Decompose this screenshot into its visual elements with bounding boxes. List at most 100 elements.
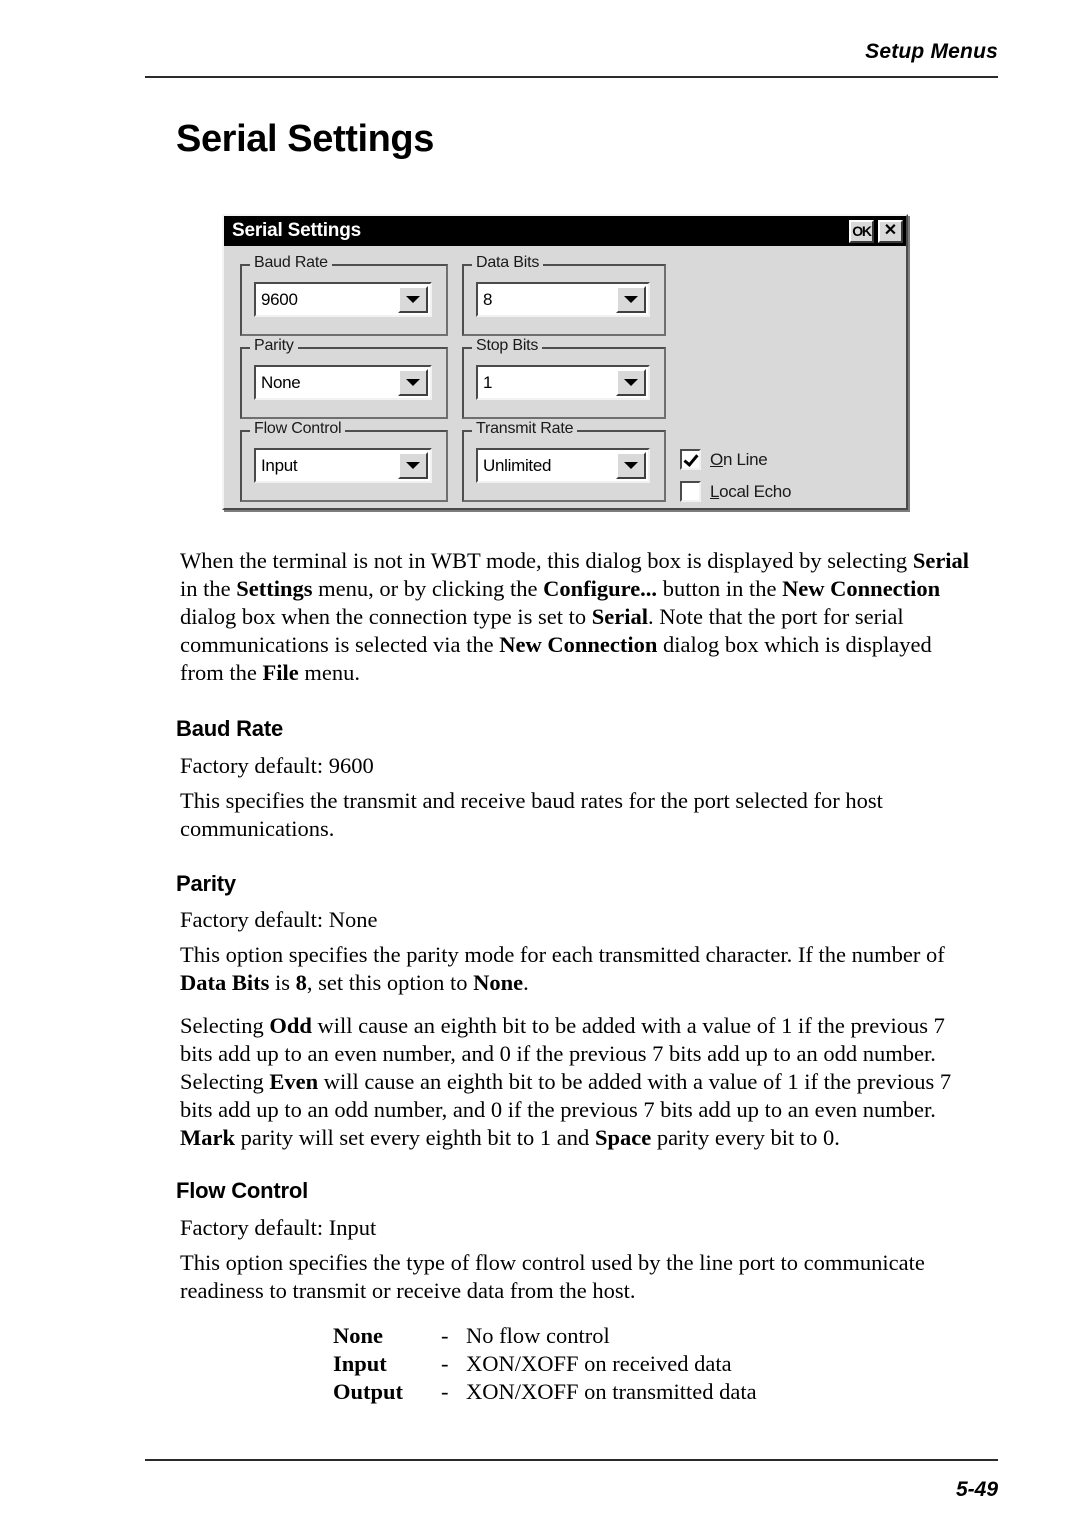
intro-text-3: menu, or by clicking the [312, 576, 544, 601]
intro-bold-new-connection-1: New Connection [782, 576, 941, 601]
parity-bold-odd: Odd [269, 1013, 312, 1038]
group-label-stop-bits: Stop Bits [472, 337, 543, 355]
intro-text-8: menu. [298, 660, 360, 685]
intro-text-1: When the terminal is not in WBT mode, th… [180, 548, 913, 573]
group-parity: Parity None [240, 337, 448, 419]
dialog-titlebar: Serial Settings OK ✕ [224, 216, 906, 246]
group-label-parity: Parity [250, 337, 298, 355]
page-title: Serial Settings [176, 118, 434, 160]
group-data-bits: Data Bits 8 [462, 254, 666, 336]
parity-bold-none: None [473, 970, 524, 995]
online-label-rest: n Line [722, 449, 768, 469]
page-number: 5-49 [955, 1478, 998, 1501]
option-term-output: Output [333, 1379, 404, 1404]
serial-settings-dialog: Serial Settings OK ✕ Baud Rate 9600 Data… [222, 214, 908, 510]
intro-bold-serial-2: Serial [591, 604, 649, 629]
baud-rate-value: 9600 [261, 289, 298, 309]
dialog-title: Serial Settings [232, 220, 361, 241]
parity-bold-data-bits: Data Bits [180, 970, 270, 995]
parity-detail-1: Selecting [180, 1013, 270, 1038]
online-checkbox[interactable] [680, 449, 701, 470]
local-echo-label-rest: ocal Echo [719, 481, 792, 501]
flow-control-default: Factory default: Input [180, 1215, 377, 1240]
parity-detail-4: parity will set every eighth bit to 1 an… [235, 1125, 595, 1150]
chevron-down-icon[interactable] [398, 369, 428, 396]
intro-paragraph: When the terminal is not in WBT mode, th… [180, 547, 970, 687]
stop-bits-combo[interactable]: 1 [476, 365, 650, 400]
option-term-input: Input [333, 1351, 387, 1376]
intro-bold-serial: Serial [912, 548, 970, 573]
option-dash: - [441, 1351, 449, 1376]
chevron-down-icon[interactable] [398, 452, 428, 479]
document-page: Setup Menus Serial Settings Serial Setti… [0, 0, 1080, 1529]
list-item: Input - XON/XOFF on received data [333, 1350, 757, 1378]
parity-desc-3: , set this option to [306, 970, 474, 995]
parity-description: This option specifies the parity mode fo… [180, 941, 980, 997]
stop-bits-value: 1 [483, 372, 493, 392]
parity-bold-even: Even [269, 1069, 319, 1094]
flow-control-options-list: None - No flow control Input - XON/XOFF … [333, 1322, 757, 1406]
baud-rate-combo[interactable]: 9600 [254, 282, 432, 317]
parity-detail: Selecting Odd will cause an eighth bit t… [180, 1012, 980, 1152]
local-echo-checkbox[interactable] [680, 481, 701, 502]
baud-rate-default: Factory default: 9600 [180, 753, 374, 778]
parity-default: Factory default: None [180, 907, 378, 932]
parity-bold-eight: 8 [295, 970, 307, 995]
parity-desc-1: This option specifies the parity mode fo… [180, 942, 945, 967]
heading-flow-control: Flow Control [176, 1178, 309, 1203]
intro-bold-file: File [262, 660, 299, 685]
footer-rule [145, 1459, 998, 1461]
parity-combo[interactable]: None [254, 365, 432, 400]
flow-control-value: Input [261, 455, 298, 475]
transmit-rate-combo[interactable]: Unlimited [476, 448, 650, 483]
data-bits-value: 8 [483, 289, 493, 309]
group-flow-control: Flow Control Input [240, 420, 448, 502]
list-item: None - No flow control [333, 1322, 757, 1350]
parity-detail-5: parity every bit to 0. [651, 1125, 840, 1150]
online-label: On Line [710, 449, 768, 470]
group-transmit-rate: Transmit Rate Unlimited [462, 420, 666, 502]
dialog-body: Baud Rate 9600 Data Bits 8 Parity None S… [224, 246, 906, 508]
local-echo-label: Local Echo [710, 482, 791, 502]
online-checkbox-row[interactable]: On Line [680, 449, 768, 470]
group-label-flow-control: Flow Control [250, 420, 346, 438]
group-baud-rate: Baud Rate 9600 [240, 254, 448, 336]
option-term-none: None [333, 1323, 383, 1348]
option-dash: - [441, 1379, 449, 1404]
close-icon[interactable]: ✕ [878, 219, 903, 243]
transmit-rate-value: Unlimited [483, 455, 552, 475]
parity-bold-mark: Mark [180, 1125, 235, 1150]
ok-button[interactable]: OK [849, 219, 874, 243]
local-echo-checkbox-row[interactable]: Local Echo [680, 481, 791, 502]
parity-desc-2: is [269, 970, 296, 995]
intro-text-4: button in the [657, 576, 783, 601]
group-label-data-bits: Data Bits [472, 254, 544, 272]
header-rule [145, 76, 998, 78]
option-desc-output: XON/XOFF on transmitted data [466, 1379, 757, 1404]
intro-bold-new-connection-2: New Connection [499, 632, 658, 657]
option-desc-input: XON/XOFF on received data [466, 1351, 732, 1376]
parity-bold-space: Space [594, 1125, 652, 1150]
flow-control-combo[interactable]: Input [254, 448, 432, 483]
intro-text-5: dialog box when the connection type is s… [180, 604, 592, 629]
data-bits-combo[interactable]: 8 [476, 282, 650, 317]
chevron-down-icon[interactable] [398, 286, 428, 313]
parity-value: None [261, 372, 301, 392]
flow-control-description: This option specifies the type of flow c… [180, 1250, 925, 1303]
parity-desc-4: . [523, 970, 529, 995]
chevron-down-icon[interactable] [616, 369, 646, 396]
heading-parity: Parity [176, 871, 236, 896]
group-label-transmit-rate: Transmit Rate [472, 420, 578, 438]
group-stop-bits: Stop Bits 1 [462, 337, 666, 419]
group-label-baud-rate: Baud Rate [250, 254, 332, 272]
intro-text-2: in the [180, 576, 237, 601]
option-desc-none: No flow control [466, 1323, 610, 1348]
option-dash: - [441, 1323, 449, 1348]
baud-rate-description: This specifies the transmit and receive … [180, 788, 883, 841]
chevron-down-icon[interactable] [616, 286, 646, 313]
chevron-down-icon[interactable] [616, 452, 646, 479]
intro-bold-configure: Configure... [543, 576, 658, 601]
online-accel: O [710, 449, 723, 469]
local-echo-accel: L [710, 481, 720, 501]
list-item: Output - XON/XOFF on transmitted data [333, 1378, 757, 1406]
